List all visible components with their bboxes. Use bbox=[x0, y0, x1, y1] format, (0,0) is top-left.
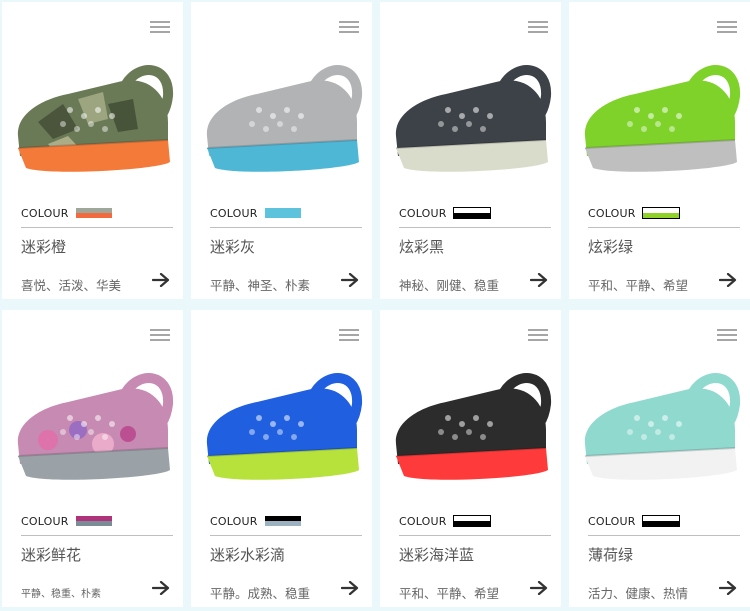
colour-row: COLOUR bbox=[588, 514, 680, 528]
colour-row: COLOUR bbox=[588, 206, 680, 220]
arrow-right-icon[interactable] bbox=[341, 273, 359, 287]
colour-swatch bbox=[75, 515, 113, 527]
colour-swatch bbox=[75, 207, 113, 219]
swatch-bottom bbox=[264, 521, 301, 526]
colour-swatch bbox=[452, 515, 491, 527]
divider bbox=[588, 535, 740, 536]
product-tags: 平静。成熟、稳重 bbox=[210, 586, 311, 601]
product-tags: 平静、神圣、朴素 bbox=[210, 278, 311, 293]
swatch-bottom bbox=[264, 213, 301, 218]
product-image[interactable] bbox=[197, 352, 367, 492]
swatch-bottom bbox=[453, 521, 490, 526]
product-name[interactable]: 薄荷绿 bbox=[588, 544, 633, 565]
product-tags: 喜悦、活泼、华美 bbox=[21, 278, 122, 293]
colour-row: COLOUR bbox=[210, 514, 302, 528]
product-card[interactable]: COLOUR 迷彩海洋蓝 平和、平静、希望 bbox=[380, 310, 561, 607]
clog-shoe-icon bbox=[584, 373, 741, 480]
arrow-right-icon[interactable] bbox=[719, 273, 737, 287]
swatch-bottom bbox=[75, 213, 112, 218]
product-card[interactable]: COLOUR 迷彩橙 喜悦、活泼、华美 bbox=[2, 2, 183, 299]
clog-shoe-icon bbox=[17, 373, 174, 480]
clog-shoe-icon bbox=[584, 65, 741, 172]
product-tags: 活力、健康、热情 bbox=[588, 586, 689, 601]
swatch-bottom bbox=[642, 213, 679, 218]
swatch-bottom bbox=[453, 213, 490, 218]
colour-swatch bbox=[452, 207, 491, 219]
arrow-right-icon[interactable] bbox=[152, 273, 170, 287]
product-card[interactable]: COLOUR 迷彩灰 平静、神圣、朴素 bbox=[191, 2, 372, 299]
colour-row: COLOUR bbox=[399, 206, 491, 220]
product-image[interactable] bbox=[8, 352, 178, 492]
product-tags: 平和、平静、希望 bbox=[588, 278, 689, 293]
hamburger-menu-icon[interactable] bbox=[150, 329, 170, 341]
hamburger-menu-icon[interactable] bbox=[339, 329, 359, 341]
divider bbox=[399, 535, 551, 536]
divider bbox=[21, 535, 173, 536]
colour-label: COLOUR bbox=[21, 514, 69, 528]
product-card[interactable]: COLOUR 炫彩黑 神秘、刚健、稳重 bbox=[380, 2, 561, 299]
divider bbox=[588, 227, 740, 228]
product-name[interactable]: 迷彩水彩滴 bbox=[210, 544, 285, 565]
product-tags: 平和、平静、希望 bbox=[399, 586, 500, 601]
swatch-bottom bbox=[642, 521, 679, 526]
colour-swatch bbox=[264, 207, 302, 219]
colour-label: COLOUR bbox=[588, 206, 636, 220]
product-name[interactable]: 迷彩橙 bbox=[21, 236, 66, 257]
arrow-right-icon[interactable] bbox=[530, 273, 548, 287]
product-name[interactable]: 炫彩绿 bbox=[588, 236, 633, 257]
clog-shoe-icon bbox=[206, 373, 363, 480]
product-name[interactable]: 炫彩黑 bbox=[399, 236, 444, 257]
product-grid: COLOUR 迷彩橙 喜悦、活泼、华美 COLOUR 迷彩灰 平静、神圣、朴素 … bbox=[0, 0, 750, 611]
swatch-bottom bbox=[75, 521, 112, 526]
colour-row: COLOUR bbox=[210, 206, 302, 220]
product-name[interactable]: 迷彩海洋蓝 bbox=[399, 544, 474, 565]
hamburger-menu-icon[interactable] bbox=[717, 21, 737, 33]
product-name[interactable]: 迷彩鲜花 bbox=[21, 544, 81, 565]
colour-row: COLOUR bbox=[21, 514, 113, 528]
hamburger-menu-icon[interactable] bbox=[528, 21, 548, 33]
colour-label: COLOUR bbox=[210, 514, 258, 528]
colour-label: COLOUR bbox=[588, 514, 636, 528]
colour-label: COLOUR bbox=[399, 514, 447, 528]
colour-row: COLOUR bbox=[399, 514, 491, 528]
divider bbox=[210, 227, 362, 228]
product-name[interactable]: 迷彩灰 bbox=[210, 236, 255, 257]
product-image[interactable] bbox=[8, 44, 178, 184]
clog-shoe-icon bbox=[206, 65, 363, 172]
product-image[interactable] bbox=[575, 44, 745, 184]
product-image[interactable] bbox=[386, 44, 556, 184]
arrow-right-icon[interactable] bbox=[719, 581, 737, 595]
product-image[interactable] bbox=[386, 352, 556, 492]
product-card[interactable]: COLOUR 迷彩水彩滴 平静。成熟、稳重 bbox=[191, 310, 372, 607]
arrow-right-icon[interactable] bbox=[152, 581, 170, 595]
divider bbox=[21, 227, 173, 228]
product-image[interactable] bbox=[575, 352, 745, 492]
divider bbox=[210, 535, 362, 536]
colour-row: COLOUR bbox=[21, 206, 113, 220]
colour-label: COLOUR bbox=[21, 206, 69, 220]
arrow-right-icon[interactable] bbox=[530, 581, 548, 595]
colour-swatch bbox=[264, 515, 302, 527]
product-image[interactable] bbox=[197, 44, 367, 184]
hamburger-menu-icon[interactable] bbox=[150, 21, 170, 33]
colour-label: COLOUR bbox=[210, 206, 258, 220]
product-tags: 神秘、刚健、稳重 bbox=[399, 278, 500, 293]
product-tags: 平静、稳重、朴素 bbox=[21, 589, 101, 600]
divider bbox=[399, 227, 551, 228]
product-card[interactable]: COLOUR 炫彩绿 平和、平静、希望 bbox=[569, 2, 750, 299]
product-card[interactable]: COLOUR 薄荷绿 活力、健康、热情 bbox=[569, 310, 750, 607]
colour-swatch bbox=[641, 515, 680, 527]
hamburger-menu-icon[interactable] bbox=[339, 21, 359, 33]
clog-shoe-icon bbox=[17, 65, 174, 172]
hamburger-menu-icon[interactable] bbox=[717, 329, 737, 341]
colour-label: COLOUR bbox=[399, 206, 447, 220]
colour-swatch bbox=[641, 207, 680, 219]
arrow-right-icon[interactable] bbox=[341, 581, 359, 595]
clog-shoe-icon bbox=[395, 65, 552, 172]
hamburger-menu-icon[interactable] bbox=[528, 329, 548, 341]
product-card[interactable]: COLOUR 迷彩鲜花 平静、稳重、朴素 bbox=[2, 310, 183, 607]
clog-shoe-icon bbox=[395, 373, 552, 480]
